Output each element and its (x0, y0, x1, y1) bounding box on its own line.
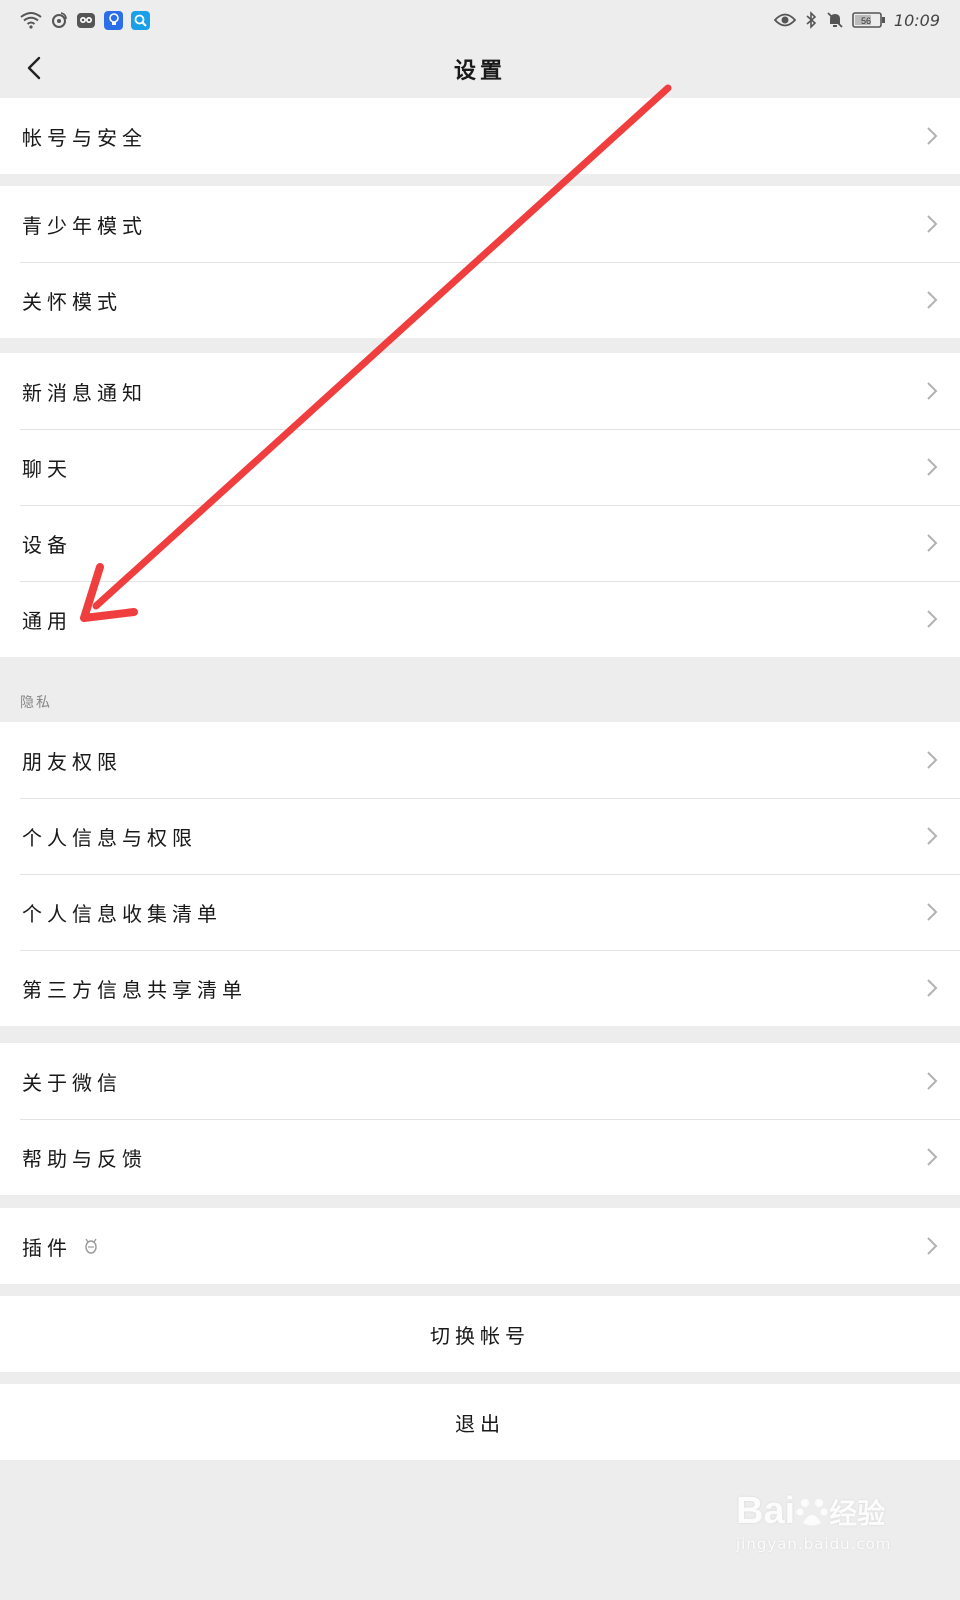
settings-item-label: 帮助与反馈 (22, 1146, 147, 1171)
settings-item-account-security[interactable]: 帐号与安全 (0, 98, 960, 174)
logout-label: 退出 (455, 1411, 505, 1436)
settings-item-label: 插件 (22, 1235, 72, 1260)
status-bar-right: 56 10:09 (773, 10, 940, 30)
settings-item-general[interactable]: 通用 (0, 581, 960, 657)
settings-item-personal-info-permissions[interactable]: 个人信息与权限 (0, 798, 960, 874)
battery-icon: 56 (852, 11, 886, 29)
eye-icon (773, 12, 796, 28)
settings-item-label: 朋友权限 (22, 749, 122, 774)
wifi-icon (20, 11, 42, 29)
chevron-right-icon (927, 751, 938, 769)
watermark-brand-text: Bai (736, 1490, 796, 1532)
settings-item-label: 第三方信息共享清单 (22, 977, 247, 1002)
group-switch-account: 切换帐号 (0, 1296, 960, 1372)
group-about: 关于微信 帮助与反馈 (0, 1043, 960, 1195)
watermark-url: jingyan.baidu.com (736, 1535, 892, 1553)
back-button[interactable] (14, 50, 54, 90)
section-label-privacy: 隐私 (20, 695, 52, 711)
settings-item-label: 通用 (22, 608, 72, 633)
chevron-right-icon (927, 382, 938, 400)
watermark-brand-suffix: 经验 (829, 1497, 886, 1529)
group-plugins: 插件 (0, 1208, 960, 1284)
group-account: 帐号与安全 (0, 98, 960, 174)
settings-item-devices[interactable]: 设备 (0, 505, 960, 581)
chevron-right-icon (927, 903, 938, 921)
settings-item-about-wechat[interactable]: 关于微信 (0, 1043, 960, 1119)
logout-button[interactable]: 退出 (0, 1384, 960, 1460)
weibo-icon (50, 11, 68, 29)
settings-item-friend-permissions[interactable]: 朋友权限 (0, 722, 960, 798)
chevron-right-icon (927, 127, 938, 145)
chevron-right-icon (927, 979, 938, 997)
settings-item-plugins[interactable]: 插件 (0, 1208, 960, 1284)
plugin-bug-icon (82, 1237, 100, 1255)
chevron-right-icon (927, 610, 938, 628)
battery-level: 56 (861, 16, 871, 26)
settings-item-label: 新消息通知 (22, 380, 147, 405)
paw-icon (796, 1498, 828, 1525)
status-bar-left (20, 10, 150, 30)
settings-item-personal-info-collection[interactable]: 个人信息收集清单 (0, 874, 960, 950)
owl-app-icon (76, 11, 96, 29)
settings-item-label: 设备 (22, 532, 72, 557)
settings-item-label: 关怀模式 (22, 289, 122, 314)
settings-item-chat[interactable]: 聊天 (0, 429, 960, 505)
settings-item-label: 帐号与安全 (22, 125, 147, 150)
clock: 10:09 (893, 10, 940, 30)
settings-item-label: 个人信息与权限 (22, 825, 197, 850)
chevron-left-icon (26, 56, 42, 84)
bluetooth-icon (804, 11, 818, 29)
group-modes: 青少年模式 关怀模式 (0, 186, 960, 338)
chevron-right-icon (927, 458, 938, 476)
settings-item-label: 个人信息收集清单 (22, 901, 222, 926)
page-title: 设置 (453, 59, 506, 84)
settings-item-label: 关于微信 (22, 1070, 122, 1095)
mute-bell-icon (826, 11, 844, 29)
bulb-app-icon (104, 10, 123, 30)
settings-item-teen-mode[interactable]: 青少年模式 (0, 186, 960, 262)
group-privacy: 朋友权限 个人信息与权限 个人信息收集清单 第三方信息共享清单 (0, 722, 960, 1026)
settings-item-third-party-sharing[interactable]: 第三方信息共享清单 (0, 950, 960, 1026)
watermark-brand: Bai 经验 (736, 1490, 936, 1533)
settings-item-label: 青少年模式 (22, 213, 147, 238)
chevron-right-icon (927, 215, 938, 233)
chevron-right-icon (927, 1148, 938, 1166)
chevron-right-icon (927, 1072, 938, 1090)
settings-item-help-feedback[interactable]: 帮助与反馈 (0, 1119, 960, 1195)
chevron-right-icon (927, 1237, 938, 1255)
group-logout: 退出 (0, 1384, 960, 1460)
switch-account-label: 切换帐号 (430, 1323, 530, 1348)
chevron-right-icon (927, 534, 938, 552)
settings-item-notifications[interactable]: 新消息通知 (0, 353, 960, 429)
status-bar: 56 10:09 (0, 0, 960, 40)
chevron-right-icon (927, 291, 938, 309)
settings-item-label: 聊天 (22, 456, 72, 481)
switch-account-button[interactable]: 切换帐号 (0, 1296, 960, 1372)
search-app-icon (131, 10, 150, 30)
chevron-right-icon (927, 827, 938, 845)
nav-bar: 设置 (0, 40, 960, 98)
settings-item-care-mode[interactable]: 关怀模式 (0, 262, 960, 338)
watermark: Bai 经验 jingyan.baidu.com (736, 1490, 936, 1580)
group-general: 新消息通知 聊天 设备 通用 (0, 353, 960, 657)
